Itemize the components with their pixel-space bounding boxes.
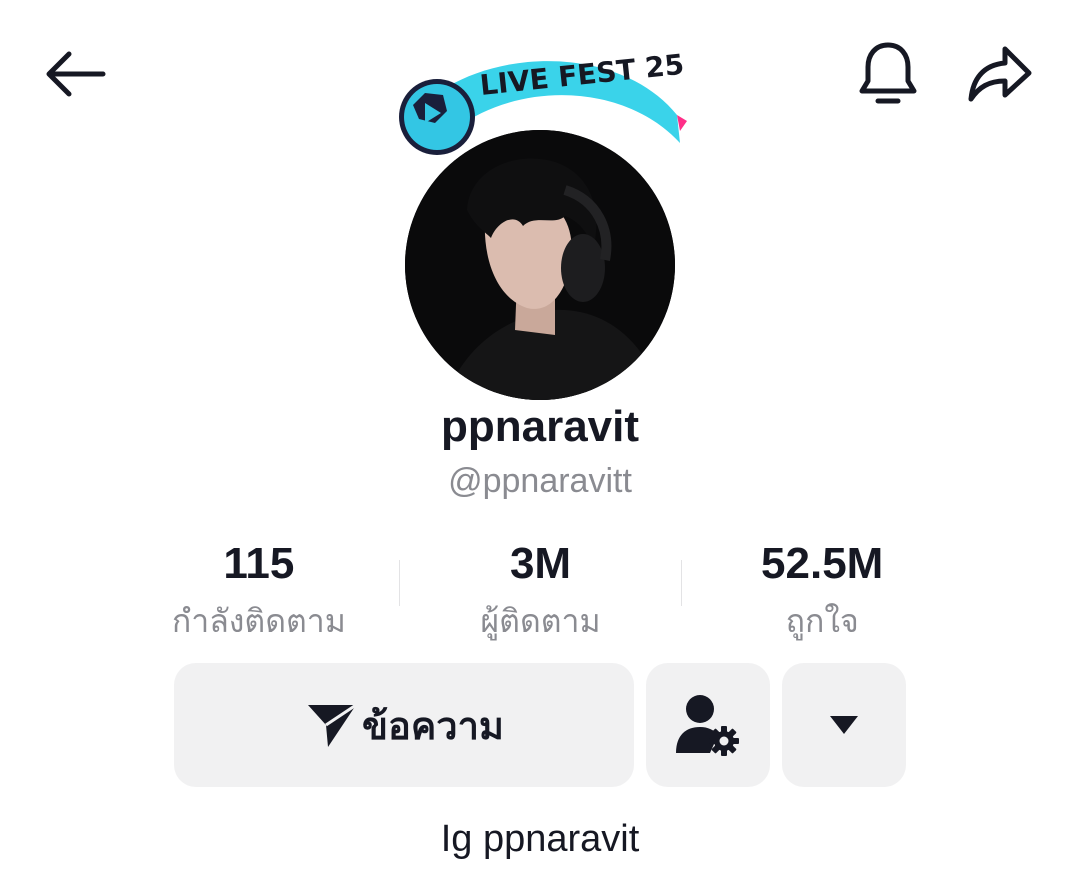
followers-count: 3M: [509, 539, 572, 588]
live-fest-badge: LIVE FEST 25: [399, 48, 687, 155]
friend-settings-button[interactable]: [646, 663, 770, 787]
notification-bell-button[interactable]: [848, 34, 928, 114]
person-gear-icon: [676, 695, 739, 756]
share-arrow-icon: [968, 46, 1032, 102]
display-name: ppnaravit: [440, 402, 640, 451]
username-handle: @ppnaravitt: [448, 462, 632, 500]
message-button-label: ข้อความ: [362, 705, 504, 748]
stats-divider: [681, 560, 682, 606]
following-label: กำลังติดตาม: [171, 603, 346, 639]
arrow-left-icon: [46, 51, 106, 97]
profile-bio: Ig ppnaravit: [440, 818, 640, 860]
profile-actions: ข้อความ: [174, 663, 906, 787]
following-count: 115: [223, 539, 295, 588]
share-button[interactable]: [960, 34, 1040, 114]
stat-followers[interactable]: 3M ผู้ติดตาม: [400, 536, 682, 639]
profile-stats: 115 กำลังติดตาม 3M ผู้ติดตาม 52.5M ถูกใจ: [118, 536, 963, 639]
send-icon: [308, 703, 357, 747]
likes-label: ถูกใจ: [785, 603, 859, 639]
more-options-button[interactable]: [782, 663, 906, 787]
stats-divider: [399, 560, 400, 606]
followers-label: ผู้ติดตาม: [480, 603, 601, 639]
back-button[interactable]: [30, 36, 120, 112]
profile-avatar-area[interactable]: LIVE FEST 25: [395, 45, 705, 400]
message-button[interactable]: ข้อความ: [174, 663, 634, 787]
bell-icon: [859, 42, 917, 104]
stat-likes[interactable]: 52.5M ถูกใจ: [681, 536, 963, 639]
stat-following[interactable]: 115 กำลังติดตาม: [118, 536, 400, 639]
likes-count: 52.5M: [761, 539, 884, 588]
caret-down-icon: [830, 716, 858, 734]
